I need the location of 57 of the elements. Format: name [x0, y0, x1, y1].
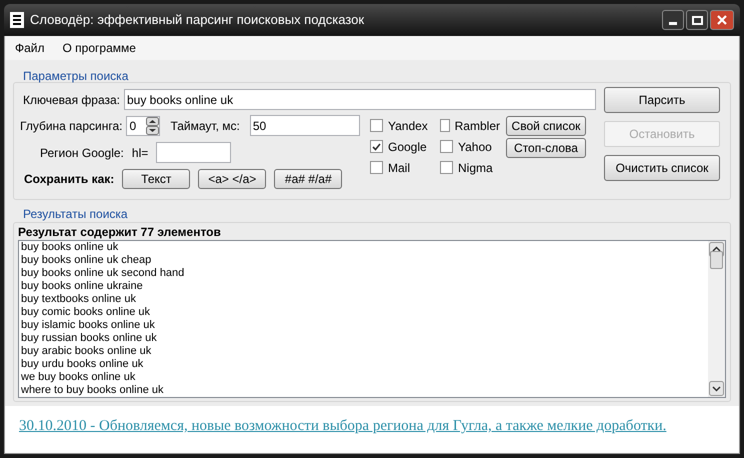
list-item[interactable]: buy textbooks online uk	[21, 293, 708, 306]
menu-item[interactable]: О программе	[62, 39, 136, 57]
save-format-button[interactable]: Текст	[122, 169, 190, 189]
field-label: Ключевая фраза:	[22, 92, 120, 108]
field-prefix: hl=	[132, 144, 148, 162]
checkbox[interactable]	[370, 119, 383, 132]
close-button[interactable]	[710, 10, 734, 30]
checkbox[interactable]	[440, 161, 453, 174]
checkmark-icon	[372, 142, 381, 150]
list-item[interactable]: buy books online uk second hand	[21, 267, 708, 280]
group-title: Результаты поиска	[23, 207, 128, 221]
list-item[interactable]: we buy books online uk	[21, 371, 708, 384]
close-icon	[717, 15, 727, 25]
field-label: Регион Google:	[40, 144, 124, 162]
checkbox-label: Yahoo	[458, 138, 492, 156]
save-label: Сохранить как:	[24, 171, 114, 188]
depth-spinner[interactable]: 0	[126, 116, 160, 136]
list-item[interactable]: buy books online uk cheap	[21, 254, 708, 267]
checkbox-label: Google	[388, 138, 427, 156]
list-item[interactable]: buy comic books online uk	[21, 306, 708, 319]
maximize-button[interactable]	[686, 10, 708, 30]
field-label: Таймаут, мс:	[170, 118, 240, 134]
checkbox-label: Rambler	[454, 118, 500, 134]
checkbox-label: Mail	[388, 160, 410, 176]
timeout-input[interactable]: 50	[250, 115, 360, 136]
minimize-button[interactable]	[662, 10, 684, 30]
checkbox[interactable]	[440, 140, 453, 153]
save-format-button[interactable]: <a> </a>	[198, 169, 266, 189]
list-button[interactable]: Свой список	[506, 116, 586, 136]
list-item[interactable]: buy urdu books online uk	[21, 358, 708, 371]
checkbox-label: Nigma	[458, 160, 493, 176]
checkbox[interactable]	[370, 161, 383, 174]
menu-item[interactable]: Файл	[15, 39, 45, 57]
list-item[interactable]: buy books online ukraine	[21, 280, 708, 293]
list-button[interactable]: Стоп-слова	[506, 138, 586, 158]
window-title: Словодёр: эффективный парсинг поисковых подсказок	[30, 11, 364, 30]
result-summary: Результат содержит 77 элементов	[18, 225, 222, 240]
spin-arrows-icon	[146, 116, 160, 134]
region-input[interactable]	[156, 142, 232, 163]
list-item[interactable]: buy books online uk	[21, 241, 708, 254]
list-item[interactable]: buy islamic books online uk	[21, 319, 708, 332]
action-button[interactable]: Очистить список	[604, 155, 720, 181]
checkbox-label: Yandex	[388, 118, 428, 134]
group-title: Параметры поиска	[23, 69, 128, 83]
action-button[interactable]: Парсить	[604, 87, 720, 113]
list-item[interactable]: where to buy books online uk	[21, 384, 708, 397]
scroll-down-icon[interactable]	[709, 381, 724, 396]
scroll-thumb[interactable]	[710, 251, 723, 269]
save-format-button[interactable]: #a# #/a#	[274, 169, 342, 189]
app-icon	[10, 12, 24, 28]
scrollbar[interactable]	[708, 241, 725, 397]
field-label: Глубина парсинга:	[20, 118, 122, 134]
checkbox[interactable]	[370, 140, 383, 153]
list-item[interactable]: buy arabic books online uk	[21, 345, 708, 358]
list-item[interactable]: buy russian books online uk	[21, 332, 708, 345]
phrase-input[interactable]: buy books online uk	[124, 89, 596, 110]
checkbox[interactable]	[440, 119, 450, 132]
